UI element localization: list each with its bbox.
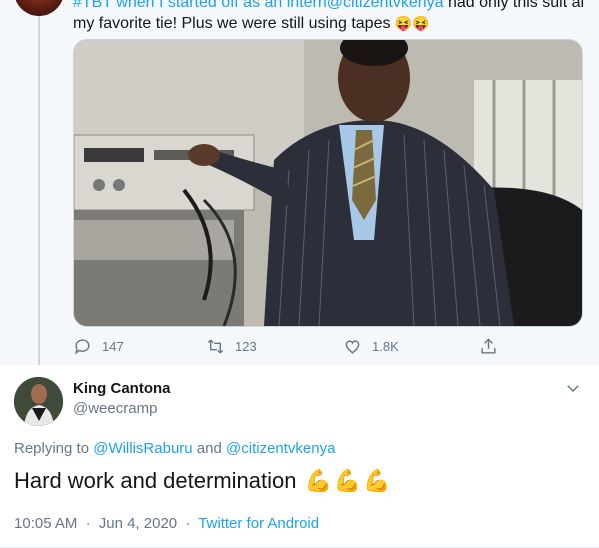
reply-count: 147: [102, 338, 124, 354]
tweet-photo[interactable]: [73, 39, 583, 327]
replying-to: Replying to @WillisRaburu and @citizentv…: [14, 440, 335, 457]
retweet-action[interactable]: 123: [206, 334, 257, 358]
meta-separator: ·: [185, 515, 191, 532]
meta-separator: ·: [85, 515, 91, 532]
tweet-text-line2: my favorite tie! Plus we were still usin…: [73, 15, 391, 32]
like-count: 1.8K: [372, 338, 399, 354]
mention-link[interactable]: @citizentvkenya: [327, 0, 444, 11]
thread-connector-line: [38, 16, 40, 371]
flexed-biceps-emoji: 💪💪💪: [304, 468, 393, 493]
tweet-actions: 147 123 1.8K: [73, 334, 553, 358]
parent-tweet-text: #TBT when I started off as an intern@cit…: [73, 0, 583, 34]
retweet-count: 123: [235, 338, 257, 354]
author-handle[interactable]: @weecramp: [73, 400, 157, 417]
retweet-icon: [207, 339, 224, 353]
mention-willis[interactable]: @WillisRaburu: [93, 440, 192, 457]
parent-avatar[interactable]: [14, 0, 64, 16]
reply-avatar[interactable]: [14, 377, 63, 426]
reply-icon: [75, 338, 90, 355]
avatar-portrait: [14, 377, 63, 426]
tweet-meta: 10:05 AM · Jun 4, 2020 · Twitter for And…: [14, 515, 319, 532]
share-action[interactable]: [479, 334, 498, 358]
photo-scene: [74, 40, 582, 326]
parent-tweet[interactable]: #TBT when I started off as an intern@cit…: [0, 0, 599, 371]
mention-citizentv[interactable]: @citizentvkenya: [226, 440, 335, 457]
tweet-text-fragment: had only this suit and: [443, 0, 583, 11]
hashtag-link[interactable]: #TBT when I started off as an intern: [73, 0, 327, 11]
tongue-emoji: 😝😝: [394, 15, 430, 31]
like-action[interactable]: 1.8K: [343, 334, 399, 358]
chevron-down-icon[interactable]: [564, 379, 582, 397]
replying-to-prefix: Replying to: [14, 440, 94, 457]
share-icon: [481, 337, 496, 354]
tweet-date[interactable]: Jun 4, 2020: [99, 515, 177, 532]
tweet-time[interactable]: 10:05 AM: [14, 515, 77, 532]
author-name[interactable]: King Cantona: [73, 380, 171, 397]
reply-tweet[interactable]: King Cantona @weecramp Replying to @Will…: [0, 365, 599, 548]
replying-to-and: and: [192, 440, 227, 457]
reply-text: Hard work and determination 💪💪💪: [14, 468, 393, 494]
heart-icon: [345, 339, 360, 354]
reply-action[interactable]: 147: [73, 334, 124, 358]
tweet-source[interactable]: Twitter for Android: [198, 515, 319, 532]
reply-text-body: Hard work and determination: [14, 468, 297, 493]
